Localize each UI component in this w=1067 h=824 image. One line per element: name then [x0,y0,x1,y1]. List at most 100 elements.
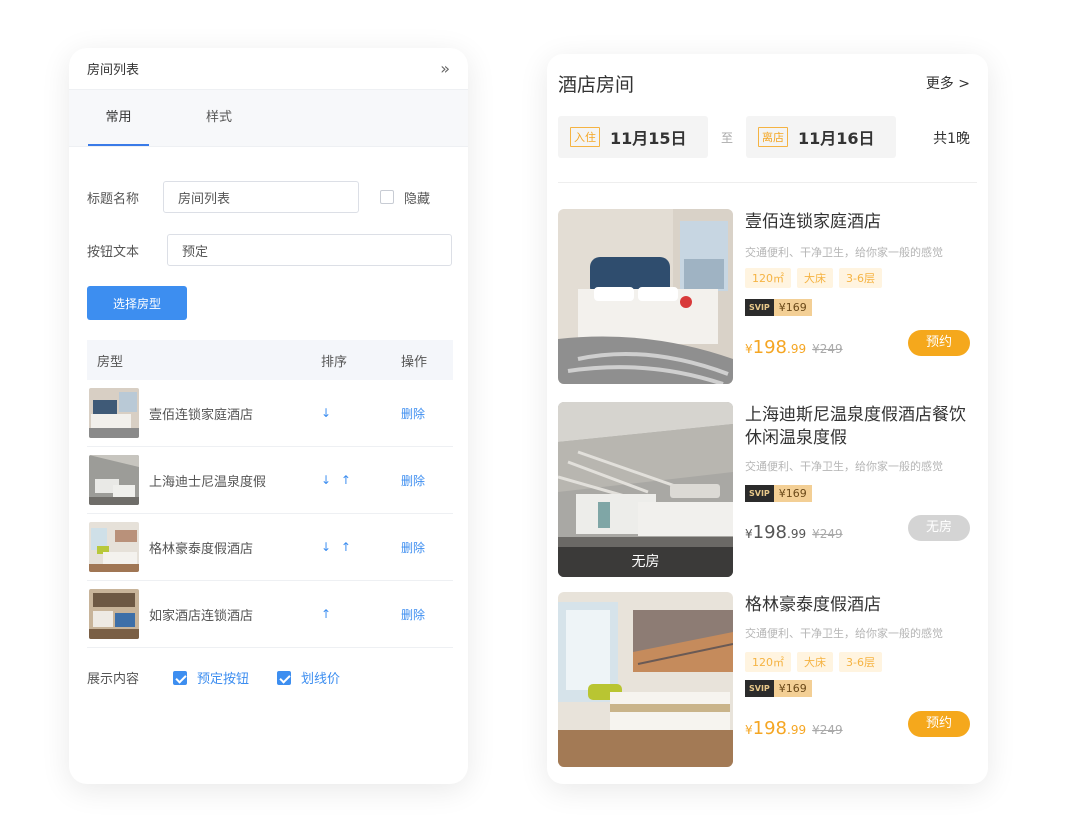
title-field-label: 标题名称 [87,191,140,207]
svip-label: SVIP [745,485,774,502]
row-sort-controls: ↓ ↑ [321,473,401,487]
table-row: 上海迪士尼温泉度假 ↓ ↑ 删除 [87,447,453,514]
original-price: ¥249 [812,723,843,737]
row-room-name: 格林豪泰度假酒店 [149,541,254,557]
display-content-row: 展示内容 预定按钮 划线价 [87,668,368,687]
svip-price: ¥169 [773,485,812,502]
delete-link[interactable]: 删除 [401,472,425,489]
tag-floor: 3-6层 [839,268,882,288]
hotel-photo: 无房 [558,402,733,577]
hotel-price: ¥ 198 .99 ¥249 [745,337,843,358]
tag-area: 120㎡ [745,652,791,672]
checkout-date: 11月16日 [798,129,875,148]
col-header-sort: 排序 [321,354,348,370]
price-integer: 198 [752,337,787,358]
panel-title: 房间列表 [87,63,140,78]
show-strike-price-option[interactable]: 划线价 [277,668,340,687]
move-up-icon[interactable]: ↑ [321,607,331,621]
svip-label: SVIP [745,680,774,697]
svip-price: ¥169 [773,680,812,697]
checkin-date-box[interactable]: 入住 11月15日 [558,116,708,158]
move-up-icon[interactable]: ↑ [341,473,351,487]
hotel-tags: 120㎡ 大床 3-6层 [745,268,888,288]
delete-link[interactable]: 删除 [401,539,425,556]
checkout-date-box[interactable]: 离店 11月16日 [746,116,896,158]
select-room-type-button[interactable]: 选择房型 [87,286,187,320]
nights-count: 共1晚 [933,131,970,147]
price-currency: ¥ [745,723,753,737]
room-thumbnail [89,455,139,505]
hotel-card[interactable]: 格林豪泰度假酒店 交通便利、干净卫生，给你家一般的感觉 120㎡ 大床 3-6层… [558,592,978,768]
row-sort-controls: ↑ [321,607,401,621]
move-down-icon[interactable]: ↓ [321,406,331,420]
delete-link[interactable]: 删除 [401,606,425,623]
original-price: ¥249 [812,527,843,541]
hide-checkbox[interactable] [380,190,394,204]
book-button[interactable]: 预约 [908,711,970,737]
hotel-photo [558,592,733,767]
tab-style[interactable]: 样式 [189,90,249,146]
table-header: 房型 排序 操作 [87,340,453,380]
hotel-price: ¥ 198 .99 ¥249 [745,718,843,739]
room-table: 房型 排序 操作 壹佰连锁家庭酒店 ↓ 删除 上海迪士尼温泉度假 ↓ ↑ 删除 … [87,340,453,648]
room-thumbnail [89,388,139,438]
col-header-room-type: 房型 [97,354,124,370]
checkin-tag: 入住 [570,127,600,147]
checkout-tag: 离店 [758,127,788,147]
price-currency: ¥ [745,342,753,356]
svip-label: SVIP [745,299,774,316]
book-button-checkbox[interactable] [173,670,187,685]
price-integer: 198 [752,522,787,543]
panel-tabs: 常用 样式 [69,90,468,147]
config-panel: 房间列表 » 常用 样式 标题名称 房间列表 隐藏 按钮文本 预定 选择房型 房… [69,48,468,784]
button-text-field-row: 按钮文本 预定 [87,234,452,266]
col-header-action: 操作 [401,354,428,370]
tab-common[interactable]: 常用 [88,90,149,146]
book-button-option-label: 预定按钮 [197,672,250,687]
hide-checkbox-wrap[interactable]: 隐藏 [380,188,430,207]
table-row: 格林豪泰度假酒店 ↓ ↑ 删除 [87,514,453,581]
move-down-icon[interactable]: ↓ [321,473,331,487]
hotel-price: ¥ 198 .99 ¥249 [745,522,843,543]
price-integer: 198 [752,718,787,739]
price-decimal: .99 [787,342,807,356]
tag-bed: 大床 [797,652,833,672]
strike-price-checkbox[interactable] [277,670,292,685]
button-text-input[interactable]: 预定 [167,234,452,266]
row-room-name: 壹佰连锁家庭酒店 [149,407,254,423]
original-price: ¥249 [812,342,843,356]
collapse-double-chevron-icon[interactable]: » [440,59,450,78]
move-down-icon[interactable]: ↓ [321,540,331,554]
room-thumbnail [89,589,139,639]
mobile-preview: 酒店房间 更多 > 入住 11月15日 至 离店 11月16日 共1晚 壹佰连锁… [547,54,988,784]
soldout-overlay: 无房 [558,547,733,577]
book-button[interactable]: 预约 [908,330,970,356]
strike-price-option-label: 划线价 [301,672,341,687]
hotel-name: 上海迪斯尼温泉度假酒店餐饮休闲温泉度假 [745,405,966,448]
more-link[interactable]: 更多 > [926,73,970,93]
hotel-card[interactable]: 壹佰连锁家庭酒店 交通便利、干净卫生，给你家一般的感觉 120㎡ 大床 3-6层… [558,209,978,385]
show-book-button-option[interactable]: 预定按钮 [173,668,249,687]
hotel-desc: 交通便利、干净卫生，给你家一般的感觉 [745,627,943,640]
button-text-label: 按钮文本 [87,244,140,260]
title-field-row: 标题名称 房间列表 隐藏 [87,181,430,213]
tag-area: 120㎡ [745,268,791,288]
hotel-name: 壹佰连锁家庭酒店 [745,212,881,232]
hotel-tags: 120㎡ 大床 3-6层 [745,652,888,672]
svip-price-badge: SVIP ¥169 [745,485,812,502]
price-decimal: .99 [787,723,807,737]
date-separator: 至 [721,131,734,145]
hotel-card[interactable]: 无房 上海迪斯尼温泉度假酒店餐饮休闲温泉度假 交通便利、干净卫生，给你家一般的感… [558,402,978,578]
title-input[interactable]: 房间列表 [163,181,359,213]
delete-link[interactable]: 删除 [401,405,425,422]
divider [558,182,977,183]
no-room-button[interactable]: 无房 [908,515,970,541]
row-room-name: 如家酒店连锁酒店 [149,608,254,624]
checkin-date: 11月15日 [610,129,687,148]
hotel-name: 格林豪泰度假酒店 [745,595,881,615]
table-row: 壹佰连锁家庭酒店 ↓ 删除 [87,380,453,447]
room-thumbnail [89,522,139,572]
display-content-label: 展示内容 [87,672,140,687]
row-sort-controls: ↓ ↑ [321,540,401,554]
move-up-icon[interactable]: ↑ [341,540,351,554]
